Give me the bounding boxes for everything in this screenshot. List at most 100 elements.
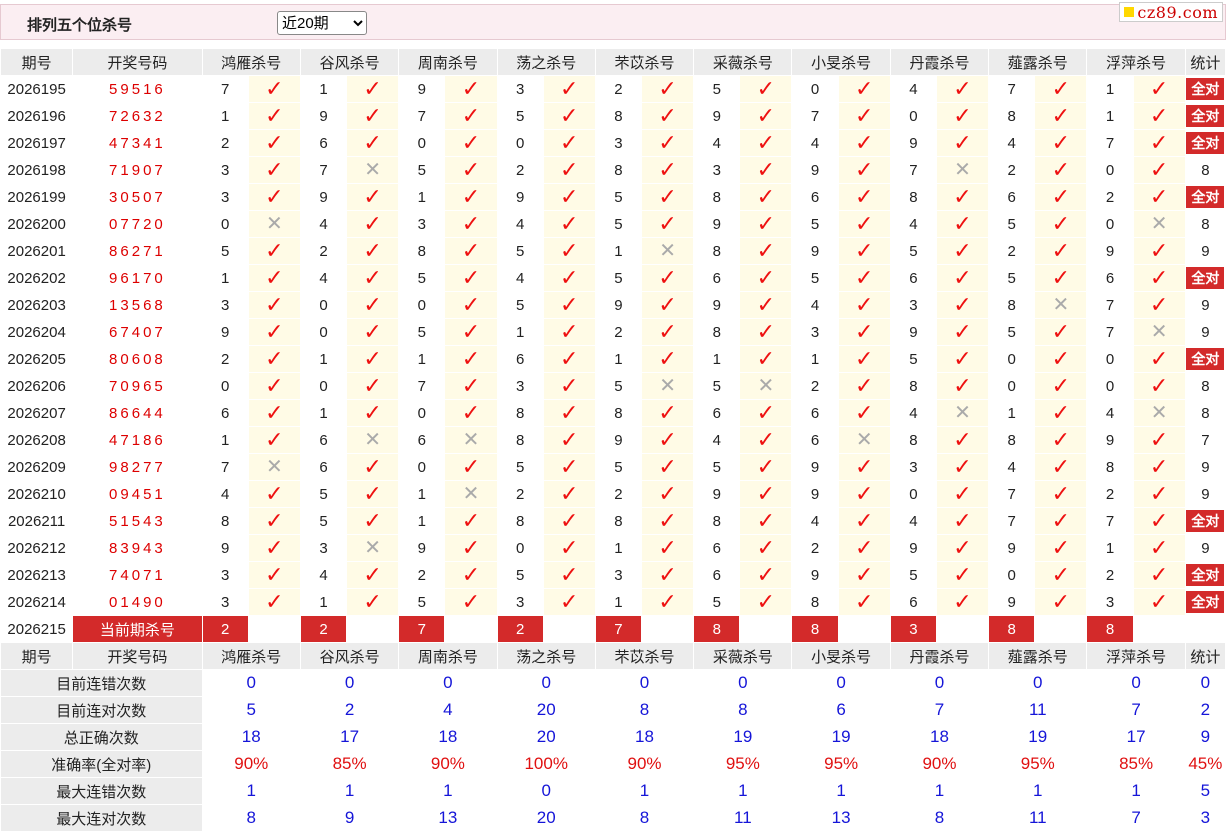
table-row: 2026205 80608 2 ✓ 1 ✓ 1 ✓ 6 ✓ 1 ✓ 1 ✓ 1 ✓ 5 ✓ 0 ✓ 0 ✓ 全对 [0, 345, 1227, 373]
kill-number-cell: 8 [398, 237, 446, 265]
period-filter-select[interactable]: 近20期 [277, 11, 367, 35]
kill-number-cell: 5 [496, 291, 544, 319]
check-icon: ✓ [461, 75, 481, 101]
result-mark-cell: ✓ [640, 588, 695, 616]
result-mark-cell: ✓ [837, 237, 891, 265]
kill-number-cell: 5 [889, 237, 937, 265]
result-mark-cell: ✓ [542, 210, 596, 238]
kill-number-cell: 1 [299, 399, 348, 427]
stat-cell: 9 [1184, 453, 1227, 481]
period-cell: 2026199 [0, 183, 74, 211]
check-icon: ✓ [265, 129, 284, 155]
result-mark-cell: ✓ [935, 561, 990, 589]
result-mark-cell: ✓ [935, 426, 990, 454]
current-kill-number: 8 [1086, 615, 1134, 643]
result-mark-cell: ✓ [1034, 75, 1088, 103]
check-icon: ✓ [1051, 318, 1071, 344]
result-mark-cell: ✓ [444, 561, 498, 589]
result-mark-cell: ✓ [837, 264, 891, 292]
table-row: 2026202 96170 1 ✓ 4 ✓ 5 ✓ 4 ✓ 5 ✓ 6 ✓ 5 ✓ 6 ✓ 5 ✓ 6 ✓ 全对 [0, 264, 1227, 292]
result-mark-cell: ✓ [346, 264, 400, 292]
stat-cell: 7 [1184, 426, 1227, 454]
result-mark-cell: ✓ [837, 372, 891, 400]
result-mark-cell: ✓ [346, 372, 400, 400]
result-mark-cell: ✓ [1132, 264, 1186, 292]
check-icon: ✓ [854, 507, 874, 533]
check-icon: ✓ [1149, 183, 1169, 209]
period-cell: 2026205 [0, 345, 74, 373]
result-mark-cell: ✓ [247, 507, 301, 535]
check-icon: ✓ [756, 588, 776, 614]
kill-number-cell: 9 [594, 291, 643, 319]
result-mark-cell: ✓ [542, 345, 596, 373]
result-mark-cell: ✓ [346, 183, 400, 211]
check-icon: ✓ [461, 129, 481, 155]
current-kill-number: 7 [594, 615, 642, 643]
period-cell: 2026202 [0, 264, 74, 292]
kill-number-cell: 7 [1086, 318, 1134, 346]
check-icon: ✓ [953, 561, 972, 587]
check-icon: ✓ [560, 156, 579, 182]
current-kill-spacer [1034, 615, 1088, 643]
result-mark-cell: ✓ [346, 102, 400, 130]
current-period-cell: 2026215 [0, 615, 74, 643]
kill-number-cell: 8 [791, 588, 839, 616]
kill-number-cell: 0 [496, 534, 544, 562]
summary-value: 0 [889, 669, 990, 697]
result-mark-cell: ✓ [346, 210, 400, 238]
check-icon: ✓ [560, 453, 579, 479]
current-kill-spacer [935, 615, 990, 643]
summary-value: 17 [299, 723, 400, 751]
result-mark-cell: ✓ [837, 291, 891, 319]
check-icon: ✓ [953, 129, 972, 155]
result-mark-cell: ✓ [640, 426, 695, 454]
kill-number-cell: 8 [693, 318, 741, 346]
check-icon: ✓ [854, 291, 874, 317]
kill-number-cell: 6 [1086, 264, 1134, 292]
summary-value: 0 [988, 669, 1088, 697]
check-icon: ✓ [363, 480, 382, 506]
kill-number-cell: 1 [791, 345, 839, 373]
kill-number-cell: 4 [988, 129, 1036, 157]
kill-number-cell: 0 [398, 291, 446, 319]
check-icon: ✓ [1149, 426, 1169, 452]
cross-icon: ✕ [462, 483, 480, 505]
result-mark-cell: ✓ [247, 345, 301, 373]
result-mark-cell: ✓ [247, 183, 301, 211]
summary-label: 目前连错次数 [0, 669, 203, 697]
check-icon: ✓ [363, 129, 382, 155]
table-row: 2026203 13568 3 ✓ 0 ✓ 0 ✓ 5 ✓ 9 ✓ 9 ✓ 4 ✓ 3 ✓ 8 ✕ 7 ✓ 9 [0, 291, 1227, 319]
result-mark-cell: ✓ [640, 210, 695, 238]
result-mark-cell: ✓ [542, 264, 596, 292]
draw-number-cell: 80608 [72, 345, 203, 373]
all-correct-badge: 全对 [1186, 186, 1225, 208]
result-mark-cell: ✓ [542, 399, 596, 427]
kill-number-cell: 5 [398, 264, 446, 292]
result-mark-cell: ✓ [1132, 507, 1186, 535]
check-icon: ✓ [461, 291, 481, 317]
kill-number-cell: 7 [201, 75, 249, 103]
site-logo[interactable]: cz89.com [1119, 2, 1223, 22]
column-header-stat: 统计 [1184, 642, 1227, 670]
check-icon: ✓ [265, 102, 284, 128]
result-mark-cell: ✓ [1132, 453, 1186, 481]
result-mark-cell: ✕ [837, 426, 891, 454]
column-header-expert: 谷风杀号 [299, 48, 400, 76]
kill-number-cell: 9 [693, 480, 741, 508]
check-icon: ✓ [854, 102, 874, 128]
check-icon: ✓ [1051, 156, 1071, 182]
check-icon: ✓ [560, 480, 579, 506]
result-mark-cell: ✓ [640, 507, 695, 535]
kill-number-cell: 8 [201, 507, 249, 535]
period-cell: 2026201 [0, 237, 74, 265]
result-mark-cell: ✓ [935, 264, 990, 292]
check-icon: ✓ [756, 183, 776, 209]
current-kill-spacer [444, 615, 498, 643]
kill-number-cell: 8 [889, 426, 937, 454]
kill-number-cell: 5 [693, 453, 741, 481]
column-header-draw: 开奖号码 [72, 642, 203, 670]
check-icon: ✓ [756, 453, 776, 479]
result-mark-cell: ✓ [542, 588, 596, 616]
check-icon: ✓ [756, 291, 776, 317]
summary-value: 4 [398, 696, 498, 724]
